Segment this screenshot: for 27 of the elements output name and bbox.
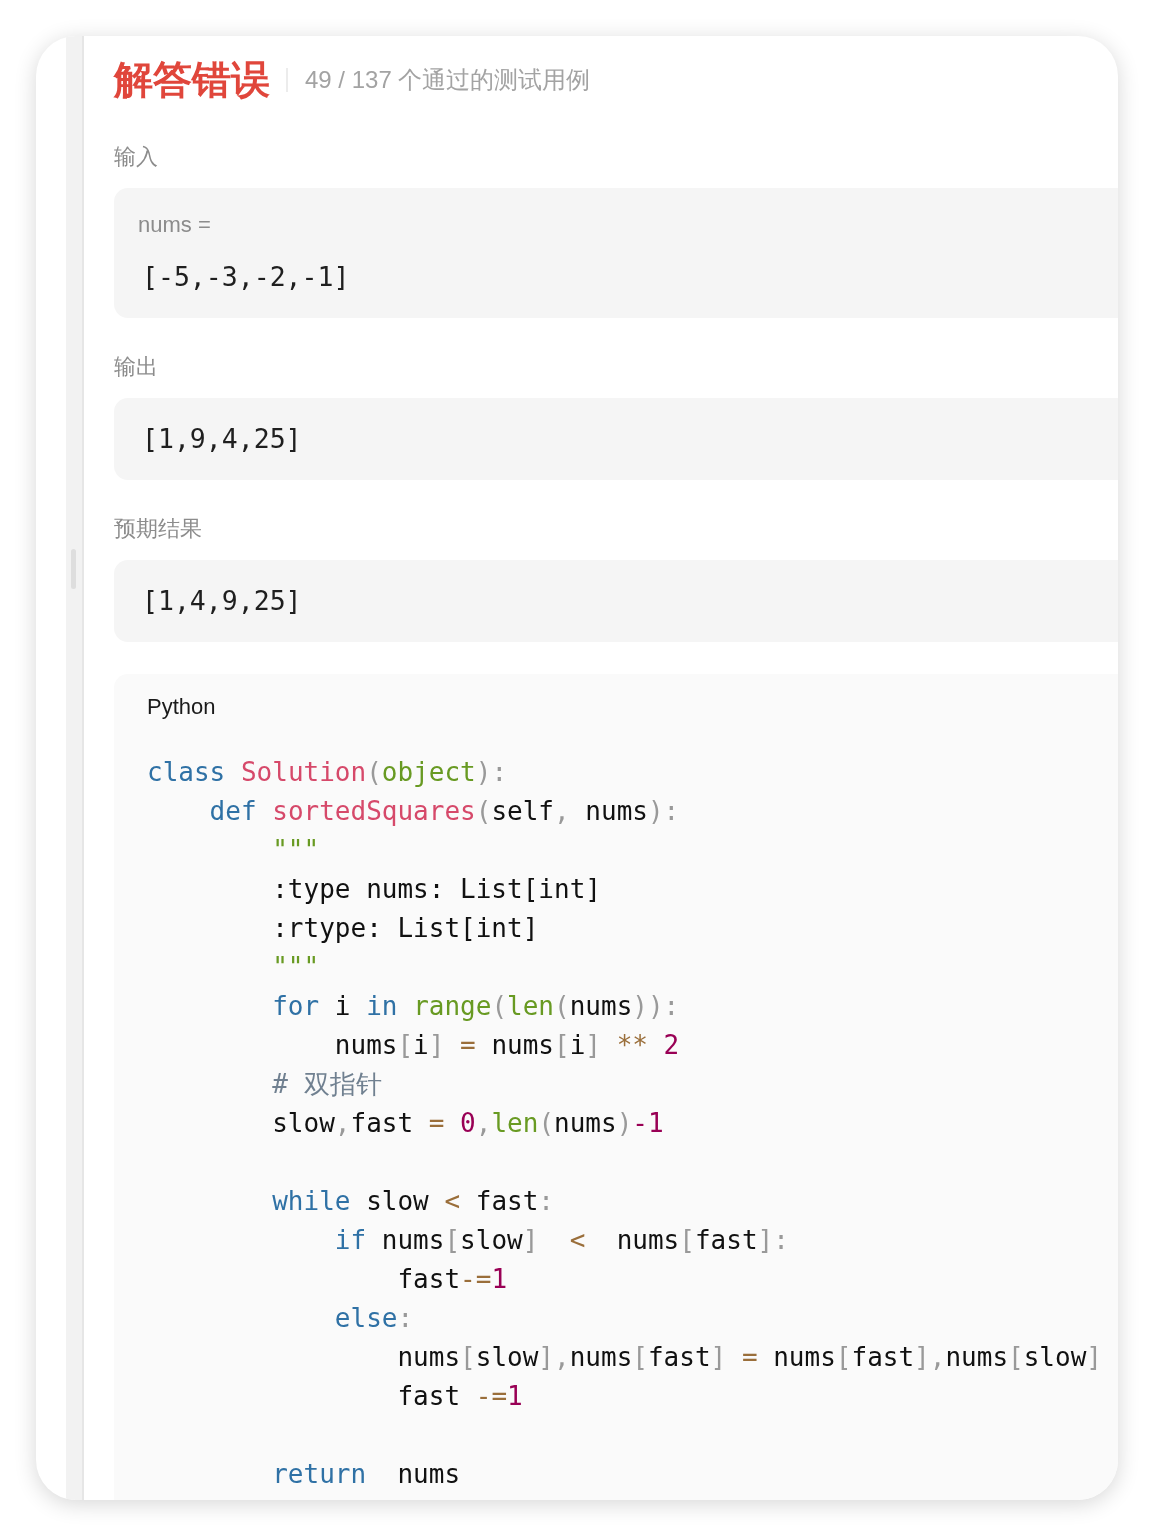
code-line: nums[slow],nums[fast] = nums[fast],nums[slow] — [397, 1341, 1102, 1374]
code-line: for i in range(len(nums)): — [272, 990, 680, 1023]
code-line: fast -=1 — [397, 1380, 523, 1413]
code-line: slow,fast = 0,len(nums)-1 — [272, 1107, 664, 1140]
code-line: else: — [334, 1302, 414, 1335]
section-label: 输出 — [114, 353, 158, 381]
value-text: [1,4,9,25] — [142, 584, 302, 618]
language-label: Python — [147, 693, 216, 721]
code-line: return nums — [272, 1458, 461, 1491]
section-label: 输入 — [114, 143, 158, 171]
code-line: :rtype: List[int] — [272, 912, 539, 945]
code-line: """ — [272, 951, 320, 984]
code-line: """ — [272, 834, 320, 867]
code-line: if nums[slow] < nums[fast]: — [334, 1224, 789, 1257]
section-label: 预期结果 — [114, 515, 202, 543]
code-line: nums[i] = nums[i] ** 2 — [334, 1029, 680, 1062]
code-line: # 双指针 — [272, 1068, 382, 1101]
test-count: 49 / 137 个通过的测试用例 — [305, 65, 591, 95]
code-line: while slow < fast: — [272, 1185, 554, 1218]
code-line: :type nums: List[int] — [272, 873, 601, 906]
code-line: def sortedSquares(self, nums): — [209, 795, 680, 828]
value-text: [1,9,4,25] — [142, 422, 302, 456]
code-line: fast-=1 — [397, 1263, 508, 1296]
value-text: [-5,-3,-2,-1] — [142, 260, 350, 294]
code-line: class Solution(object): — [147, 756, 508, 789]
result-title: 解答错误 — [114, 57, 270, 103]
param-name: nums = — [138, 211, 211, 239]
